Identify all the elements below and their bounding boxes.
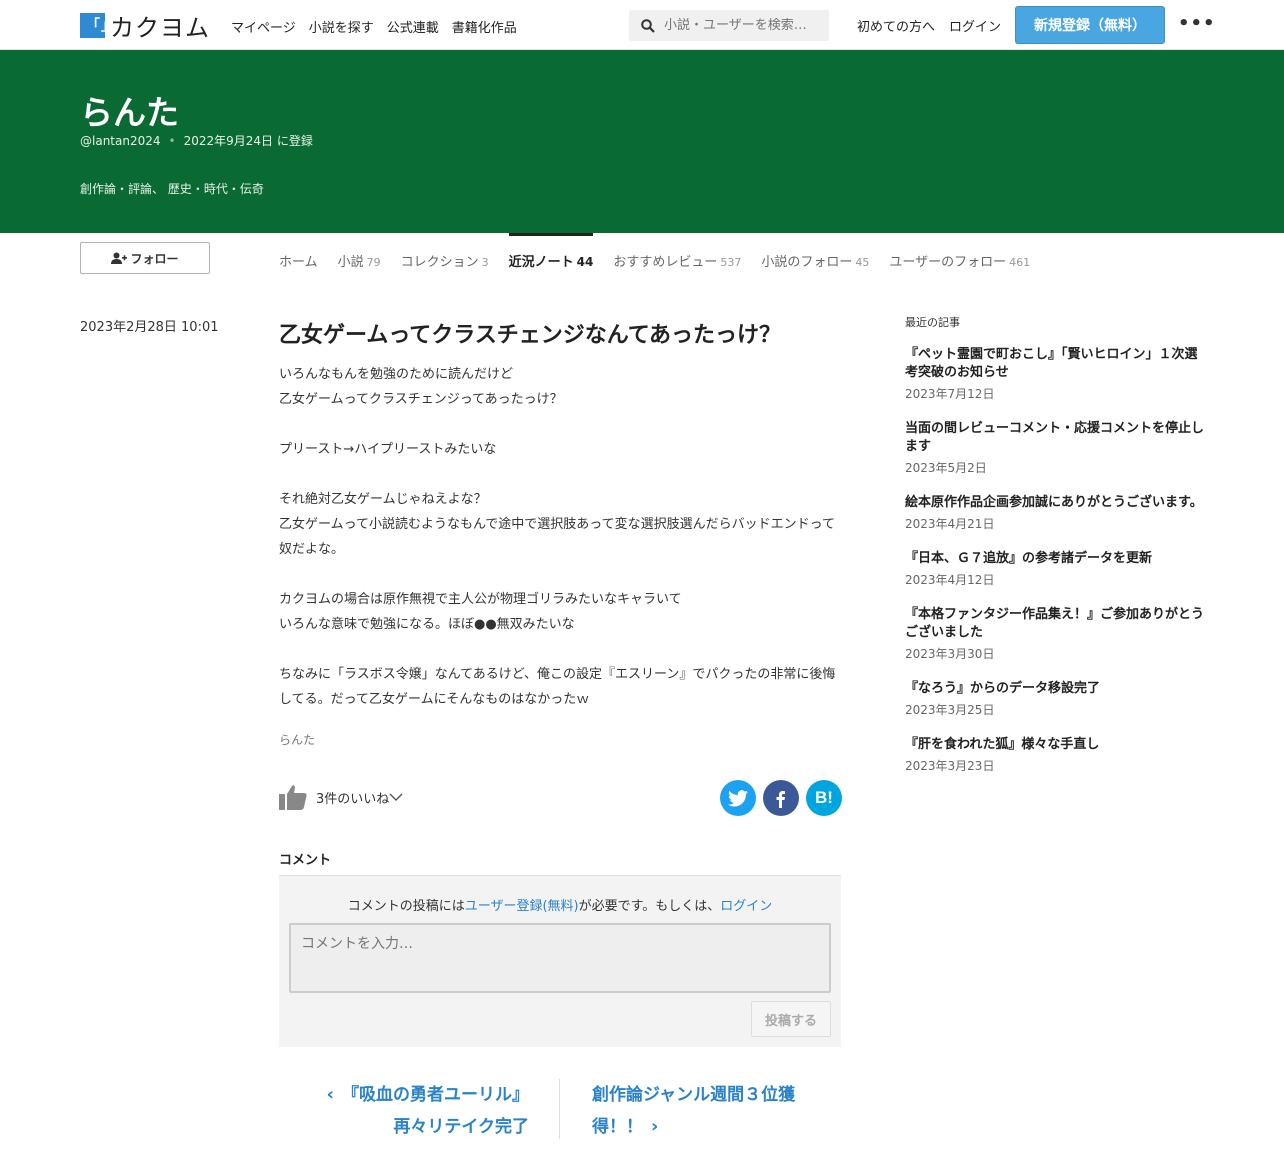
post-paragraph: カクヨムの場合は原作無視で主人公が物理ゴリラみたいなキャラいて いろんな意味で勉… bbox=[279, 592, 682, 632]
chevron-left-icon: ‹ bbox=[326, 1084, 334, 1105]
separator-dot: • bbox=[168, 134, 176, 148]
recent-articles: 最近の記事 『ペット霊園で町おこし』「賢いヒロイン」１次選考突破のお知らせ 202… bbox=[905, 314, 1205, 792]
tab-novel-follows[interactable]: 小説のフォロー 45 bbox=[761, 233, 869, 283]
article-date: 2023年3月25日 bbox=[905, 703, 995, 717]
like-count: 3件のいいね bbox=[316, 791, 390, 807]
hatena-bookmark-icon[interactable]: B! bbox=[806, 780, 842, 816]
post-paragraph: プリースト→ハイプリーストみたいな bbox=[279, 442, 497, 457]
article-date: 2023年4月12日 bbox=[905, 573, 995, 587]
profile-tabs: ホーム 小説 79 コレクション 3 近況ノート 44 おすすめレビュー 537 小説の… bbox=[279, 233, 1050, 283]
first-time-link[interactable]: 初めての方へ bbox=[857, 16, 935, 35]
post-body: いろんなもんを勉強のために読んだけど 乙女ゲームってクラスチェンジってあったっけ… bbox=[279, 362, 841, 712]
tab-novels[interactable]: 小説 79 bbox=[338, 233, 381, 283]
user-name: らんた bbox=[80, 93, 179, 132]
site-header: 「」 カクヨム マイページ 小説を探す 公式連載 書籍化作品 初めての方へ ログ… bbox=[0, 0, 1284, 50]
list-item[interactable]: 『ペット霊園で町おこし』「賢いヒロイン」１次選考突破のお知らせ 2023年7月12… bbox=[905, 346, 1205, 402]
site-logo[interactable]: 「」 カクヨム bbox=[80, 12, 210, 42]
article-date: 2023年4月21日 bbox=[905, 517, 995, 531]
registered-date: 2022年9月24日 に登録 bbox=[183, 134, 313, 148]
user-plus-icon bbox=[111, 252, 128, 264]
tab-news[interactable]: 近況ノート 44 bbox=[508, 233, 593, 283]
article-title[interactable]: 『日本、Ｇ７追放』の参考諸データを更新 bbox=[905, 550, 1205, 568]
post-title: 乙女ゲームってクラスチェンジなんてあったっけ？ bbox=[279, 323, 782, 348]
logo-text: カクヨム bbox=[110, 13, 210, 42]
article-title[interactable]: 『肝を食われた狐』様々な手直し bbox=[905, 736, 1205, 754]
register-link[interactable]: ユーザー登録(無料) bbox=[465, 899, 579, 914]
nav-published-works[interactable]: 書籍化作品 bbox=[452, 17, 517, 36]
follow-label: フォロー bbox=[130, 251, 179, 266]
thumbs-up-icon[interactable] bbox=[279, 784, 307, 810]
comment-input[interactable] bbox=[289, 923, 831, 993]
search-icon[interactable] bbox=[641, 18, 655, 33]
like-widget[interactable]: 3件のいいね bbox=[279, 784, 403, 810]
article-title[interactable]: 『ペット霊園で町おこし』「賢いヒロイン」１次選考突破のお知らせ bbox=[905, 346, 1205, 382]
list-item[interactable]: 絵本原作作品企画参加誠にありがとうございます。 2023年4月21日 bbox=[905, 494, 1205, 532]
nav-official-serials[interactable]: 公式連載 bbox=[387, 17, 439, 36]
tab-reviews[interactable]: おすすめレビュー 537 bbox=[613, 233, 741, 283]
nav-find-novels[interactable]: 小説を探す bbox=[309, 17, 374, 36]
follow-button[interactable]: フォロー bbox=[80, 242, 210, 274]
comment-login-notice: コメントの投稿にはユーザー登録(無料)が必要です。もしくは、ログイン bbox=[347, 899, 773, 914]
logo-mark-icon: 「」 bbox=[80, 12, 115, 38]
list-item[interactable]: 『本格ファンタジー作品集え！』ご参加ありがとうございました 2023年3月30日 bbox=[905, 606, 1205, 662]
list-item[interactable]: 『日本、Ｇ７追放』の参考諸データを更新 2023年4月12日 bbox=[905, 550, 1205, 588]
article-date: 2023年7月12日 bbox=[905, 387, 995, 401]
article-title[interactable]: 『本格ファンタジー作品集え！』ご参加ありがとうございました bbox=[905, 606, 1205, 642]
user-info: @lantan2024 • 2022年9月24日 に登録 bbox=[80, 132, 313, 149]
twitter-icon bbox=[728, 789, 748, 806]
article-title[interactable]: 『なろう』からのデータ移設完了 bbox=[905, 680, 1205, 698]
facebook-icon bbox=[771, 788, 791, 808]
article-date: 2023年5月2日 bbox=[905, 461, 987, 475]
login-link[interactable]: ログイン bbox=[949, 16, 1001, 35]
post-pager: ‹ 『吸血の勇者ユーリル』 再々リテイク完了 創作論ジャンル週間３位獲 得！！ › bbox=[279, 1079, 841, 1149]
comment-heading: コメント bbox=[279, 853, 332, 868]
list-item[interactable]: 『肝を食われた狐』様々な手直し 2023年3月23日 bbox=[905, 736, 1205, 774]
search-input[interactable] bbox=[664, 18, 824, 33]
next-post-link[interactable]: 創作論ジャンル週間３位獲 得！！ › bbox=[592, 1079, 832, 1143]
article-date: 2023年3月23日 bbox=[905, 759, 995, 773]
post-date: 2023年2月28日 10:01 bbox=[80, 320, 219, 335]
twitter-share-button[interactable] bbox=[720, 780, 756, 816]
prev-post-link[interactable]: ‹ 『吸血の勇者ユーリル』 再々リテイク完了 bbox=[279, 1079, 529, 1143]
comment-box: コメントの投稿にはユーザー登録(無料)が必要です。もしくは、ログイン 投稿する bbox=[279, 875, 841, 1047]
more-menu-icon[interactable]: ••• bbox=[1178, 13, 1216, 34]
comment-login-link[interactable]: ログイン bbox=[720, 899, 772, 914]
facebook-share-button[interactable] bbox=[763, 780, 799, 816]
chevron-down-icon[interactable] bbox=[389, 792, 403, 802]
user-genres: 創作論・評論、 歴史・時代・伝奇 bbox=[80, 182, 264, 196]
profile-banner: らんた @lantan2024 • 2022年9月24日 に登録 創作論・評論、 歴… bbox=[0, 50, 1284, 233]
article-title[interactable]: 当面の間レビューコメント・応援コメントを停止します bbox=[905, 420, 1205, 456]
comment-submit-button[interactable]: 投稿する bbox=[751, 1001, 831, 1037]
post-author: らんた bbox=[279, 733, 316, 747]
post-paragraph: それ絶対乙女ゲームじゃねえよな？ 乙女ゲームって小説読むようなもんで途中で選択肢… bbox=[279, 492, 836, 557]
article-title[interactable]: 絵本原作作品企画参加誠にありがとうございます。 bbox=[905, 494, 1205, 512]
global-nav: マイページ 小説を探す 公式連載 書籍化作品 bbox=[231, 17, 517, 36]
tab-collections[interactable]: コレクション 3 bbox=[401, 233, 489, 283]
article-date: 2023年3月30日 bbox=[905, 647, 995, 661]
list-item[interactable]: 当面の間レビューコメント・応援コメントを停止します 2023年5月2日 bbox=[905, 420, 1205, 476]
search-box bbox=[629, 10, 829, 41]
recent-articles-heading: 最近の記事 bbox=[905, 316, 960, 329]
chevron-right-icon: › bbox=[651, 1116, 659, 1137]
user-handle: @lantan2024 bbox=[80, 134, 161, 148]
nav-mypage[interactable]: マイページ bbox=[231, 17, 296, 36]
signup-button[interactable]: 新規登録（無料） bbox=[1015, 6, 1165, 44]
tab-user-follows[interactable]: ユーザーのフォロー 461 bbox=[889, 233, 1030, 283]
post-paragraph: ちなみに「ラスボス令嬢」なんてあるけど、俺この設定『エスリーン』でパクったの非常… bbox=[279, 667, 836, 707]
list-item[interactable]: 『なろう』からのデータ移設完了 2023年3月25日 bbox=[905, 680, 1205, 718]
tab-home[interactable]: ホーム bbox=[279, 233, 318, 283]
post-paragraph: いろんなもんを勉強のために読んだけど 乙女ゲームってクラスチェンジってあったっけ… bbox=[279, 367, 563, 407]
pager-divider bbox=[559, 1079, 560, 1139]
